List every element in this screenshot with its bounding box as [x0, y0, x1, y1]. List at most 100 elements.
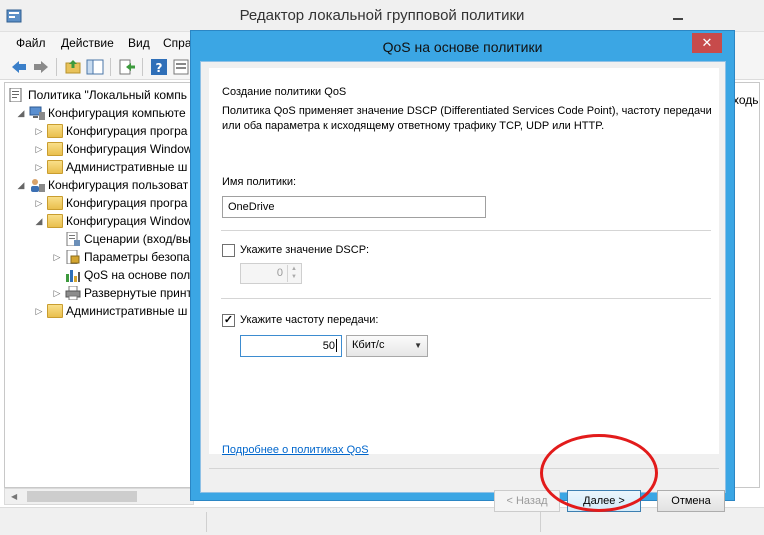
tree-item-label: Конфигурация пользоват: [48, 178, 189, 192]
stepper-arrows-icon: ▲ ▼: [287, 265, 300, 282]
folder-icon: [47, 124, 63, 138]
rate-label: Укажите частоту передачи:: [240, 314, 379, 326]
tree-item-user-configuration[interactable]: ◢ Конфигурация пользоват: [15, 176, 188, 194]
rate-input[interactable]: [240, 335, 342, 357]
tree-item-security-settings[interactable]: ▷ Параметры безопа: [51, 248, 190, 266]
forward-arrow-icon[interactable]: [32, 58, 50, 76]
expanded-arrow-icon[interactable]: ◢: [15, 179, 27, 191]
tree-item-deployed-printers[interactable]: ▷ Развернутые принт: [51, 284, 192, 302]
tree-item-label: Конфигурация програ: [66, 196, 188, 210]
svg-text:?: ?: [156, 61, 163, 75]
main-titlebar: Редактор локальной групповой политики: [0, 0, 764, 32]
tree-item-label: Параметры безопа: [84, 250, 190, 264]
console-tree-pane[interactable]: Политика "Локальный компь ◢ Конфигурация…: [4, 82, 194, 488]
tree-item-label: Административные ш: [66, 304, 188, 318]
horizontal-scrollbar[interactable]: ◀: [4, 488, 194, 505]
collapsed-arrow-icon[interactable]: ▷: [33, 161, 45, 173]
policy-name-input[interactable]: [222, 196, 486, 218]
annotation-circle: [540, 434, 658, 512]
collapsed-arrow-icon[interactable]: ▷: [33, 143, 45, 155]
printer-icon: [65, 286, 81, 300]
policy-icon: [9, 88, 22, 102]
tree-item-administrative-templates[interactable]: ▷ Административные ш: [33, 158, 187, 176]
back-arrow-icon[interactable]: [10, 58, 28, 76]
divider: [221, 230, 711, 231]
collapsed-arrow-icon[interactable]: ▷: [33, 125, 45, 137]
up-folder-icon[interactable]: [64, 58, 82, 76]
folder-icon: [47, 196, 63, 210]
toolbar-separator: [142, 58, 143, 76]
toolbar-separator: [56, 58, 57, 76]
menu-file[interactable]: Файл: [16, 36, 46, 50]
tree-item-label: Конфигурация Window: [66, 214, 193, 228]
tree-item-local-computer-policy[interactable]: Политика "Локальный компь: [7, 86, 187, 104]
rate-checkbox[interactable]: ✓: [222, 314, 235, 327]
dialog-title: QoS на основе политики: [382, 39, 543, 55]
menu-action[interactable]: Действие: [61, 36, 114, 50]
properties-icon[interactable]: [172, 58, 190, 76]
folder-icon: [47, 304, 63, 318]
dscp-value-stepper: 0 ▲ ▼: [240, 263, 302, 284]
details-column-header: ходь: [733, 93, 759, 107]
computer-icon: [29, 106, 45, 120]
tree-item-label: Сценарии (вход/вы: [84, 232, 191, 246]
tree-item-label: Конфигурация Window: [66, 142, 193, 156]
chevron-down-icon: ▼: [414, 341, 422, 350]
cancel-button[interactable]: Отмена: [657, 490, 725, 512]
tree-item-windows-settings[interactable]: ▷ Конфигурация Window: [33, 140, 193, 158]
tree-item-label: Политика "Локальный компь: [28, 88, 188, 102]
collapsed-arrow-icon[interactable]: ▷: [33, 197, 45, 209]
expanded-arrow-icon[interactable]: ◢: [15, 107, 27, 119]
toolbar-separator: [110, 58, 111, 76]
text-caret: [336, 339, 337, 352]
qos-help-link[interactable]: Подробнее о политиках QoS: [222, 444, 369, 456]
wizard-description-line-2: или оба параметра к исходящему ответному…: [222, 120, 605, 132]
wizard-page: Создание политики QoS Политика QoS приме…: [209, 68, 719, 456]
status-divider: [206, 512, 207, 532]
collapsed-arrow-icon[interactable]: ▷: [51, 251, 63, 263]
folder-icon: [47, 214, 63, 228]
folder-icon: [47, 160, 63, 174]
security-icon: [66, 250, 80, 264]
menu-view[interactable]: Вид: [128, 36, 150, 50]
tree-item-label: Конфигурация програ: [66, 124, 188, 138]
tree-item-policy-based-qos[interactable]: QoS на основе пол: [51, 266, 190, 284]
tree-item-software-settings[interactable]: ▷ Конфигурация програ: [33, 122, 187, 140]
status-divider: [540, 512, 541, 532]
script-icon: [66, 232, 80, 246]
console-tree-icon[interactable]: [86, 58, 104, 76]
menu-help[interactable]: Спра: [163, 36, 192, 50]
dscp-checkbox[interactable]: [222, 244, 235, 257]
close-icon[interactable]: ✕: [692, 33, 722, 53]
tree-item-label: QoS на основе пол: [84, 268, 191, 282]
minimize-icon[interactable]: [668, 6, 688, 26]
wizard-heading: Создание политики QoS: [222, 86, 347, 98]
dialog-body: Создание политики QoS Политика QoS приме…: [200, 61, 726, 512]
help-icon[interactable]: ?: [150, 58, 168, 76]
tree-item-label: Развернутые принт: [84, 286, 192, 300]
wizard-description-line-1: Политика QoS применяет значение DSCP (Di…: [222, 105, 712, 117]
chart-icon: [66, 270, 80, 282]
scroll-left-icon[interactable]: ◀: [11, 492, 17, 501]
expanded-arrow-icon[interactable]: ◢: [33, 215, 45, 227]
collapsed-arrow-icon[interactable]: ▷: [51, 287, 63, 299]
main-window-title: Редактор локальной групповой политики: [239, 7, 525, 24]
tree-item-user-software-settings[interactable]: ▷ Конфигурация програ: [33, 194, 187, 212]
collapsed-arrow-icon[interactable]: ▷: [33, 305, 45, 317]
policy-name-label: Имя политики:: [222, 176, 297, 188]
folder-icon: [47, 142, 63, 156]
tree-item-label: Конфигурация компьюте: [48, 106, 186, 120]
dscp-label: Укажите значение DSCP:: [240, 244, 370, 256]
rate-unit-select[interactable]: Кбит/с ▼: [346, 335, 428, 357]
scrollbar-thumb[interactable]: [27, 491, 137, 502]
export-list-icon[interactable]: [118, 58, 136, 76]
divider: [221, 298, 711, 299]
dscp-value: 0: [276, 267, 283, 279]
tree-item-user-administrative-templates[interactable]: ▷ Административные ш: [33, 302, 187, 320]
tree-item-scripts[interactable]: Сценарии (вход/вы: [51, 230, 191, 248]
tree-item-user-windows-settings[interactable]: ◢ Конфигурация Window: [33, 212, 193, 230]
tree-item-computer-configuration[interactable]: ◢ Конфигурация компьюте: [15, 104, 186, 122]
rate-unit-value: Кбит/с: [352, 339, 385, 351]
